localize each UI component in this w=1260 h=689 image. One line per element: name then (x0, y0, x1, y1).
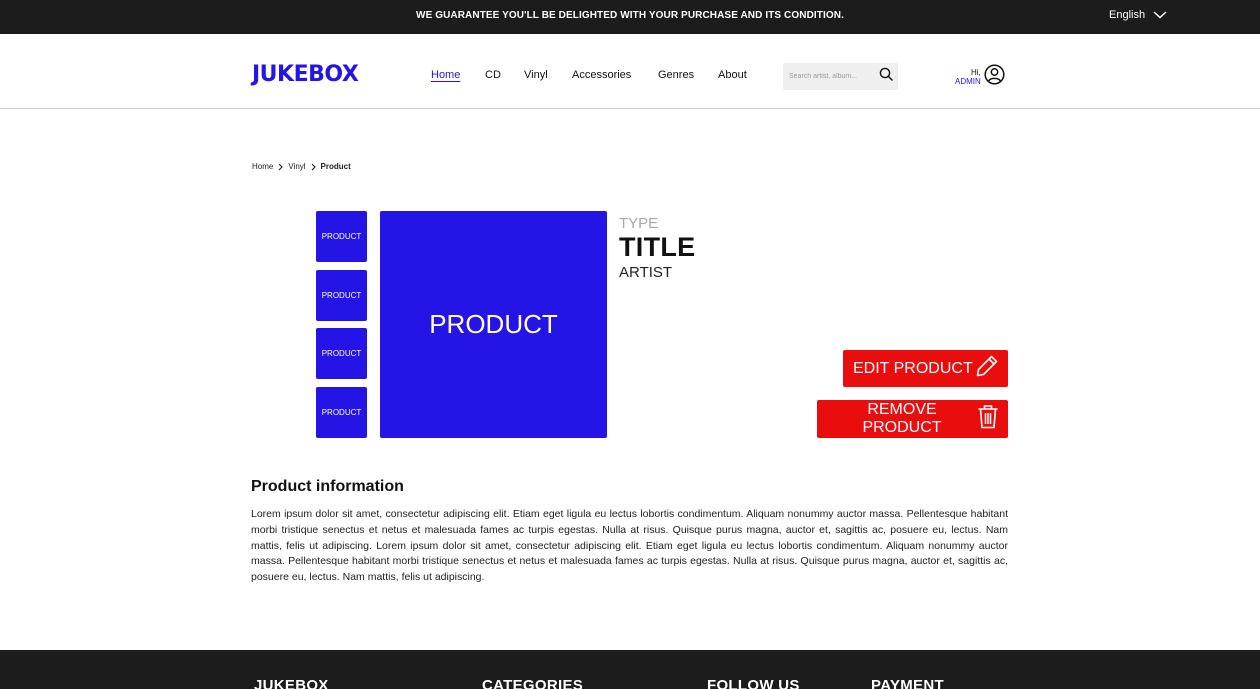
remove-product-label: REMOVE PRODUCT (862, 401, 942, 436)
search-box (783, 63, 898, 90)
nav-cd[interactable]: CD (485, 69, 501, 81)
product-thumbnail[interactable]: PRODUCT (316, 211, 367, 262)
product-thumbnail[interactable]: PRODUCT (316, 387, 367, 438)
product-main-image: PRODUCT (380, 211, 607, 438)
footer-heading-jukebox: JUKEBOX (254, 677, 329, 689)
footer-heading-payment: PAYMENT (871, 677, 944, 689)
user-name: ADMIN (955, 77, 981, 86)
breadcrumb: Home Vinyl Product (252, 162, 351, 171)
product-info-body: Lorem ipsum dolor sit amet, consectetur … (251, 508, 1008, 584)
breadcrumb-home[interactable]: Home (252, 162, 273, 171)
product-type: TYPE (619, 215, 659, 232)
footer-heading-categories: CATEGORIES (482, 677, 584, 689)
site-header: JUKEBOX Home CD Vinyl Accessories Genres… (0, 34, 1260, 109)
product-thumbnail[interactable]: PRODUCT (316, 270, 367, 321)
nav-accessories[interactable]: Accessories (572, 69, 631, 81)
announcement-bar: WE GUARANTEE YOU'LL BE DELIGHTED WITH YO… (0, 0, 1260, 34)
nav-genres[interactable]: Genres (658, 69, 694, 81)
remove-product-button[interactable]: REMOVE PRODUCT (817, 400, 1008, 438)
product-info-heading: Product information (251, 478, 404, 495)
breadcrumb-vinyl[interactable]: Vinyl (288, 162, 305, 171)
nav-about[interactable]: About (718, 69, 747, 81)
chevron-right-icon (278, 163, 284, 171)
site-footer: JUKEBOX CATEGORIES FOLLOW US PAYMENT (0, 650, 1260, 689)
user-icon (984, 64, 1005, 90)
trash-icon (977, 404, 999, 434)
product-artist: ARTIST (619, 264, 673, 281)
edit-product-button[interactable]: EDIT PRODUCT (843, 350, 1008, 387)
nav-vinyl[interactable]: Vinyl (524, 69, 548, 81)
search-icon[interactable] (879, 67, 893, 86)
chevron-down-icon (1153, 11, 1167, 19)
edit-product-label: EDIT PRODUCT (853, 359, 973, 377)
product-title: TITLE (619, 232, 696, 262)
greeting-text: Hi, (971, 68, 981, 77)
language-selector[interactable]: English (1109, 9, 1167, 21)
footer-heading-follow-us: FOLLOW US (707, 677, 800, 689)
nav-home[interactable]: Home (431, 69, 460, 81)
language-label: English (1109, 9, 1146, 21)
guarantee-message: WE GUARANTEE YOU'LL BE DELIGHTED WITH YO… (416, 10, 844, 21)
user-menu[interactable]: Hi, ADMIN (955, 64, 1005, 90)
breadcrumb-current: Product (320, 162, 351, 171)
chevron-right-icon (311, 163, 316, 171)
pencil-icon (975, 354, 999, 383)
user-greeting: Hi, ADMIN (955, 68, 981, 86)
product-thumbnail[interactable]: PRODUCT (316, 328, 367, 379)
search-input[interactable] (789, 73, 877, 80)
jukebox-logo[interactable]: JUKEBOX (252, 62, 359, 87)
